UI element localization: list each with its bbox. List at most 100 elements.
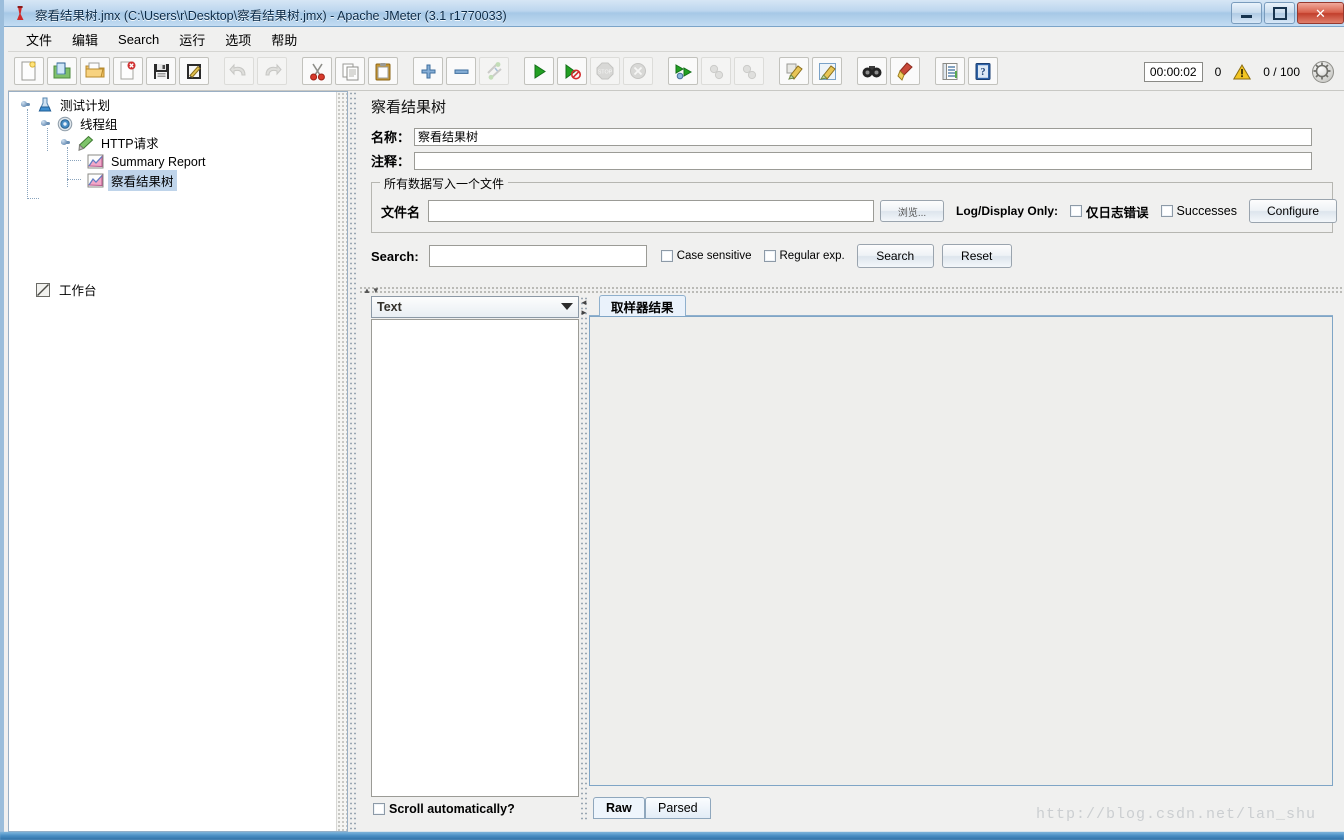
case-sensitive-box[interactable]: [660, 250, 673, 262]
function-helper-icon[interactable]: [935, 57, 965, 85]
expand-handle-http-request[interactable]: [61, 138, 70, 147]
search-button[interactable]: Search: [856, 244, 934, 268]
results-list-area[interactable]: [371, 319, 579, 797]
paste-icon[interactable]: [368, 57, 398, 85]
close-doc-icon[interactable]: [113, 57, 143, 85]
start-icon[interactable]: [524, 57, 554, 85]
configure-button[interactable]: Configure: [1249, 199, 1337, 223]
remote-shutdown-icon[interactable]: [734, 57, 764, 85]
divider-left-arrow[interactable]: ◄: [580, 298, 588, 307]
copy-icon[interactable]: [335, 57, 365, 85]
expand-handle-thread-group[interactable]: [41, 119, 50, 128]
save-as-icon[interactable]: [179, 57, 209, 85]
save-icon[interactable]: [146, 57, 176, 85]
help-icon[interactable]: ?: [968, 57, 998, 85]
menu-options[interactable]: 选项: [215, 27, 261, 52]
write-all-data-title: 所有数据写入一个文件: [380, 175, 509, 192]
thread-counter: 0 / 100: [1263, 64, 1300, 79]
sampler-result-content[interactable]: [589, 316, 1333, 786]
renderer-pane: Text Scroll automatically?: [371, 296, 579, 821]
warning-icon[interactable]: [1233, 63, 1252, 80]
expand-all-icon[interactable]: [413, 57, 443, 85]
close-window-button[interactable]: ✕: [1297, 2, 1344, 24]
listener-icon: [87, 154, 104, 169]
filename-label: 文件名: [381, 204, 421, 220]
tree-scrollbar[interactable]: [336, 92, 347, 831]
undo-icon[interactable]: [224, 57, 254, 85]
toggle-icon[interactable]: [479, 57, 509, 85]
divider-right-arrow[interactable]: ►: [580, 308, 588, 317]
sampler-result-pane: 取样器结果 Raw Parsed: [589, 294, 1333, 821]
reset-button[interactable]: Reset: [941, 244, 1012, 268]
errors-only-box[interactable]: [1070, 205, 1083, 217]
clear-icon[interactable]: [779, 57, 809, 85]
expand-handle-test-plan[interactable]: [21, 100, 30, 109]
gear-icon[interactable]: [1312, 60, 1334, 83]
results-split-divider[interactable]: ▲▼: [359, 286, 1344, 295]
menu-run[interactable]: 运行: [169, 27, 215, 52]
taskbar-strip: [0, 832, 1344, 840]
listener-icon: [87, 173, 104, 188]
chevron-down-icon[interactable]: [561, 303, 573, 310]
tree-node-summary-report[interactable]: Summary Report: [87, 152, 208, 171]
name-input[interactable]: [414, 127, 1313, 146]
comment-input[interactable]: [414, 151, 1313, 170]
tree-node-test-plan[interactable]: 测试计划: [21, 95, 113, 114]
remote-stop-icon[interactable]: [701, 57, 731, 85]
tab-raw[interactable]: Raw: [593, 797, 645, 819]
tree-label-http-request: HTTP请求: [101, 137, 159, 151]
split-collapse-arrows[interactable]: ▲▼: [363, 286, 381, 295]
renderer-combobox[interactable]: Text: [371, 296, 579, 318]
filename-input[interactable]: [428, 200, 875, 222]
brush-icon[interactable]: [890, 57, 920, 85]
menu-edit[interactable]: 编辑: [62, 27, 108, 52]
tab-sampler-result[interactable]: 取样器结果: [599, 295, 686, 316]
search-input[interactable]: [428, 245, 647, 267]
menu-file[interactable]: 文件: [16, 27, 62, 52]
regular-exp-checkbox[interactable]: Regular exp.: [763, 250, 845, 262]
window-controls: ✕: [1231, 2, 1344, 24]
tree-node-workbench[interactable]: 工作台: [35, 280, 100, 299]
menu-help[interactable]: 帮助: [261, 27, 307, 52]
successes-checkbox[interactable]: Successes: [1160, 204, 1237, 218]
case-sensitive-checkbox[interactable]: Case sensitive: [660, 250, 752, 262]
shutdown-icon[interactable]: [623, 57, 653, 85]
clear-all-icon[interactable]: [812, 57, 842, 85]
successes-label: Successes: [1176, 204, 1237, 218]
tree-label-workbench: 工作台: [59, 284, 97, 298]
test-plan-icon: [37, 97, 53, 113]
cut-icon[interactable]: [302, 57, 332, 85]
maximize-button[interactable]: [1264, 2, 1295, 24]
panel-title: 察看结果树: [371, 99, 447, 116]
menu-search[interactable]: Search: [108, 29, 169, 50]
collapse-all-icon[interactable]: [446, 57, 476, 85]
regular-exp-box[interactable]: [763, 250, 776, 262]
errors-only-label: 仅日志错误: [1086, 205, 1149, 220]
http-request-icon: [77, 135, 94, 151]
main-area: 测试计划 线程组 HTTP请求 Summary Report 察看结果树 工作台…: [8, 91, 1344, 832]
binoculars-icon[interactable]: [857, 57, 887, 85]
tree-label-view-results-tree: 察看结果树: [108, 170, 177, 191]
workbench-icon: [35, 282, 51, 298]
open-icon[interactable]: [80, 57, 110, 85]
redo-icon[interactable]: [257, 57, 287, 85]
remote-start-icon[interactable]: [668, 57, 698, 85]
tree-node-view-results-tree[interactable]: 察看结果树: [87, 170, 177, 191]
comment-row: 注释：: [371, 151, 1333, 170]
test-plan-tree[interactable]: 测试计划 线程组 HTTP请求 Summary Report 察看结果树 工作台: [8, 91, 348, 832]
stop-icon[interactable]: STOP: [590, 57, 620, 85]
main-split-divider[interactable]: [349, 91, 358, 832]
new-icon[interactable]: [14, 57, 44, 85]
start-no-pause-icon[interactable]: [557, 57, 587, 85]
results-vertical-divider[interactable]: ◄ ►: [580, 296, 588, 821]
minimize-button[interactable]: [1231, 2, 1262, 24]
tree-node-http-request[interactable]: HTTP请求: [61, 133, 162, 152]
tab-parsed[interactable]: Parsed: [645, 797, 711, 819]
browse-button[interactable]: 浏览...: [880, 200, 945, 222]
errors-only-checkbox[interactable]: 仅日志错误: [1070, 202, 1149, 221]
scroll-automatically-checkbox[interactable]: Scroll automatically?: [373, 802, 515, 816]
tree-node-thread-group[interactable]: 线程组: [41, 114, 121, 133]
scroll-automatically-box[interactable]: [373, 803, 385, 815]
successes-box[interactable]: [1160, 205, 1173, 217]
templates-icon[interactable]: [47, 57, 77, 85]
